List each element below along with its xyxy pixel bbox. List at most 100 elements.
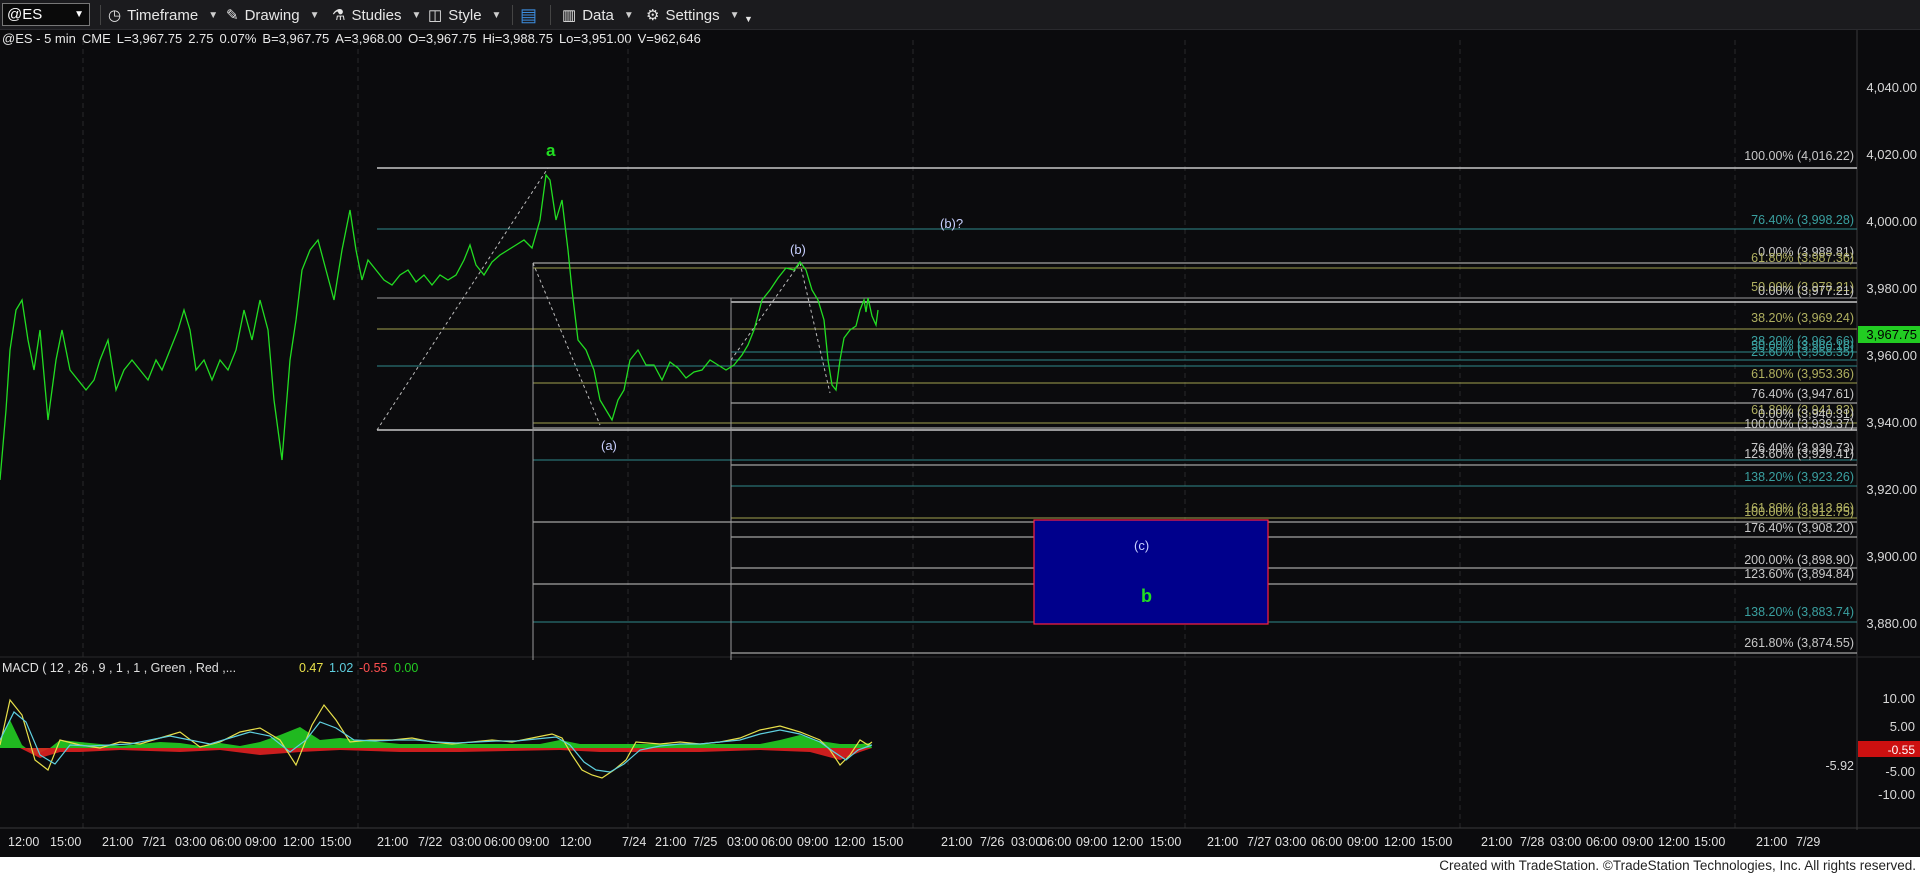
price-axis: 4,040.00 4,020.00 4,000.00 3,980.00 3,96… [1866,80,1917,631]
caret-down-icon: ▼ [309,9,320,21]
fib-level-label: 261.80% (3,874.55) [1744,636,1854,650]
timeframe-menu[interactable]: ◷ Timeframe ▼ [108,4,218,26]
time-tick: 06:00 [210,835,241,849]
time-tick: 12:00 [1658,835,1689,849]
fib-level-label: 138.20% (3,923.26) [1744,470,1854,484]
chevron-down-icon: ▼ [74,9,84,20]
time-tick: 06:00 [761,835,792,849]
fib-labels: 100.00% (4,016.22) 76.40% (3,998.28) 0.00%… [1744,149,1854,650]
settings-menu[interactable]: ⚙ Settings ▼ [646,4,740,26]
fib-level-label: 23.60% (3,958.35) [1751,345,1854,359]
gear-icon: ⚙ [646,7,660,24]
copyright-text: Created with TradeStation. ©TradeStation… [1439,858,1916,873]
time-tick: 15:00 [1694,835,1725,849]
time-tick: 12:00 [283,835,314,849]
style-label: Style [448,6,482,24]
caret-down-icon: ▼ [208,9,219,21]
time-tick: 21:00 [1481,835,1512,849]
wave-label-paren-b: (b) [790,242,806,257]
time-tick: 7/24 [622,835,646,849]
fib-level-label: 76.40% (3,998.28) [1751,213,1854,227]
time-tick: 7/26 [980,835,1004,849]
time-tick: 21:00 [655,835,686,849]
time-tick: 06:00 [1311,835,1342,849]
data-menu[interactable]: ▥ Data ▼ [562,4,634,26]
drawing-menu[interactable]: ✎ Drawing ▼ [226,4,320,26]
price-tick: 3,940.00 [1866,415,1917,430]
price-tick: 3,960.00 [1866,348,1917,363]
footer-bar: Created with TradeStation. ©TradeStation… [0,857,1920,875]
time-axis: 12:00 15:00 21:00 7/21 03:00 06:00 09:00 12:00 1… [8,835,1820,849]
caret-down-icon: ▼ [491,9,502,21]
fib-level-label: 138.20% (3,883.74) [1744,605,1854,619]
data-label: Data [582,6,614,24]
toolbar-overflow-icon[interactable]: ▼ [744,8,753,30]
time-tick: 03:00 [1275,835,1306,849]
time-tick: 15:00 [320,835,351,849]
flask-icon: ⚗ [332,7,346,24]
time-tick: 03:00 [727,835,758,849]
time-tick: 15:00 [1421,835,1452,849]
time-tick: 21:00 [941,835,972,849]
time-tick: 15:00 [1150,835,1181,849]
wave-label-paren-b-question: (b)? [940,216,963,231]
last-price-tag: 3,967.75 [1866,327,1917,342]
studies-menu[interactable]: ⚗ Studies ▼ [332,4,421,26]
fib-level-label: 123.60% (3,894.84) [1744,567,1854,581]
price-tick: 3,880.00 [1866,616,1917,631]
price-tick: 4,000.00 [1866,214,1917,229]
macd-title: MACD ( 12 , 26 , 9 , 1 , 1 , Green , Red… [2,661,236,675]
macd-signal-line [0,711,873,773]
bar-chart-icon: ▥ [562,7,577,24]
time-tick: 12:00 [834,835,865,849]
toolbar-divider [100,5,101,25]
wave-label-b: b [1141,586,1152,606]
fib-level-label: 100.00% (4,016.22) [1744,149,1854,163]
time-tick: 12:00 [560,835,591,849]
macd-value-4: 0.00 [394,661,418,675]
style-icon: ◫ [428,7,443,24]
time-tick: 12:00 [1384,835,1415,849]
fib-level-label: 100.00% (3,912.75) [1744,505,1854,519]
macd-tick: -10.00 [1878,787,1915,802]
time-tick: 7/28 [1520,835,1544,849]
price-tick: 3,920.00 [1866,482,1917,497]
time-tick: 21:00 [377,835,408,849]
target-zone-box [1033,519,1269,625]
time-tick: 09:00 [518,835,549,849]
time-tick: 03:00 [175,835,206,849]
price-tick: 3,900.00 [1866,549,1917,564]
time-tick: 21:00 [1756,835,1787,849]
toolbar-divider [550,5,551,25]
time-tick: 7/21 [142,835,166,849]
time-tick: 03:00 [1550,835,1581,849]
time-tick: 15:00 [50,835,81,849]
time-tick: 7/25 [693,835,717,849]
fib-level-label: 176.40% (3,908.20) [1744,521,1854,535]
macd-value-1: 0.47 [299,661,323,675]
price-tick: 4,040.00 [1866,80,1917,95]
price-series [0,173,879,481]
clock-icon: ◷ [108,7,122,24]
wave-label-a: a [546,141,556,160]
settings-label: Settings [665,6,720,24]
time-tick: 09:00 [1347,835,1378,849]
symbol-text: @ES [7,6,43,23]
studies-label: Studies [351,6,402,24]
time-tick: 7/29 [1796,835,1820,849]
macd-value-tag: -0.55 [1888,743,1916,757]
chart-canvas[interactable]: a (a) (b) (b)? (c) b 100.00% (4,016.22) 7… [0,30,1920,857]
macd-tick: -5.00 [1885,764,1915,779]
wave-label-paren-c: (c) [1134,538,1149,553]
macd-line [0,698,873,779]
layout-button[interactable]: ▤ [520,4,543,26]
pencil-icon: ✎ [226,7,239,24]
time-tick: 12:00 [1112,835,1143,849]
style-menu[interactable]: ◫ Style ▼ [428,4,501,26]
macd-tick: 5.00 [1890,719,1915,734]
fib-level-label: 38.20% (3,969.24) [1751,311,1854,325]
fib-level-label: 61.80% (3,953.36) [1751,367,1854,381]
fib-level-label: 61.80% (3,987.36) [1751,251,1854,265]
symbol-selector[interactable]: @ES ▼ [2,3,90,26]
macd-value-3: -0.55 [359,661,388,675]
